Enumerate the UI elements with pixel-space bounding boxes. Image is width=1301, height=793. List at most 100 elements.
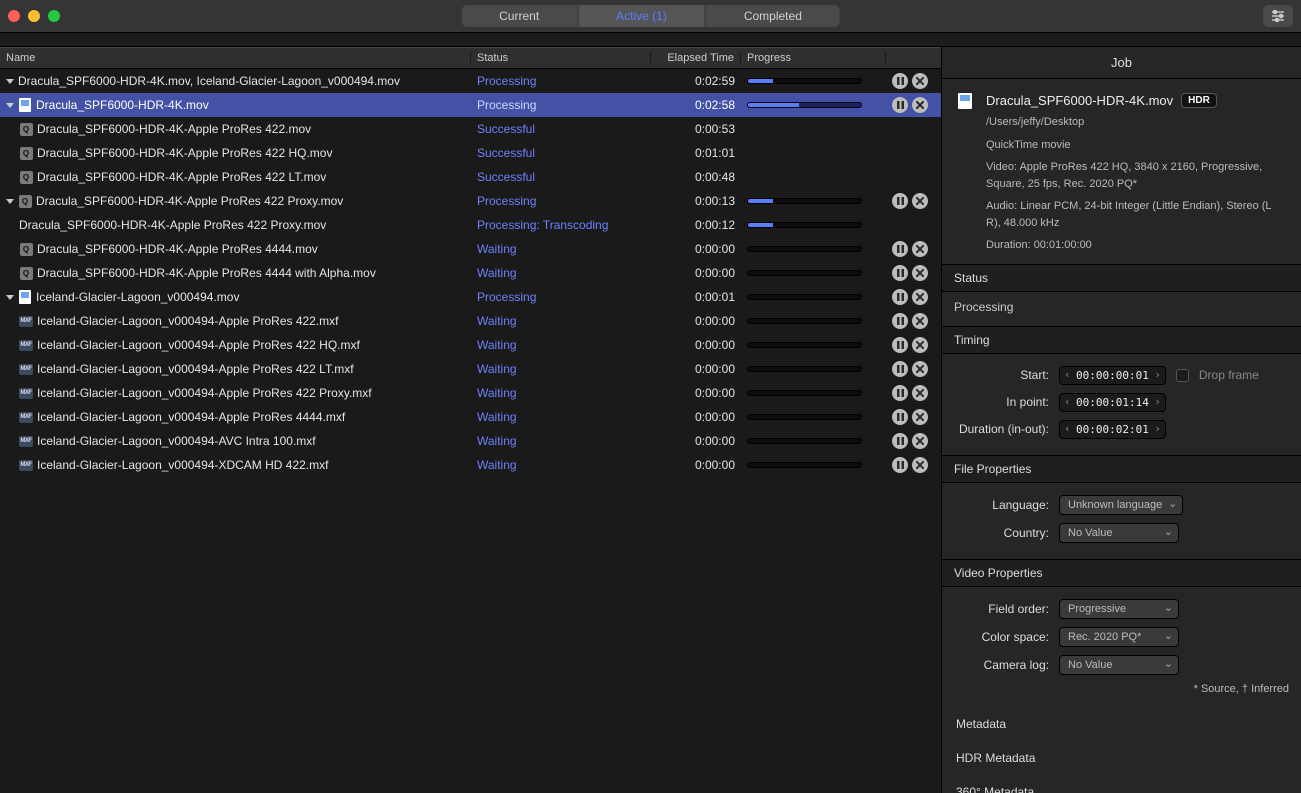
job-row[interactable]: MXFIceland-Glacier-Lagoon_v000494-XDCAM … [0, 453, 941, 477]
cancel-button[interactable] [912, 385, 928, 401]
tab-completed[interactable]: Completed [706, 5, 840, 27]
pause-button[interactable] [892, 265, 908, 281]
q-file-icon: Q [19, 146, 33, 160]
row-status: Waiting [471, 386, 651, 400]
file-video-desc: Video: Apple ProRes 422 HQ, 3840 x 2160,… [986, 159, 1285, 192]
job-row[interactable]: QDracula_SPF6000-HDR-4K-Apple ProRes 422… [0, 189, 941, 213]
row-status: Processing [471, 290, 651, 304]
job-row[interactable]: QDracula_SPF6000-HDR-4K-Apple ProRes 444… [0, 237, 941, 261]
cancel-icon [916, 269, 924, 277]
progress-bar [747, 342, 862, 348]
pause-button[interactable] [892, 433, 908, 449]
cancel-button[interactable] [912, 409, 928, 425]
pause-button[interactable] [892, 241, 908, 257]
cancel-icon [916, 365, 924, 373]
column-status[interactable]: Status [471, 52, 651, 64]
job-row[interactable]: Dracula_SPF6000-HDR-4K.mov, Iceland-Glac… [0, 69, 941, 93]
column-name[interactable]: Name [0, 52, 471, 64]
job-row[interactable]: MXFIceland-Glacier-Lagoon_v000494-Apple … [0, 381, 941, 405]
cancel-button[interactable] [912, 361, 928, 377]
inspector-toggle-button[interactable] [1263, 5, 1293, 27]
inpoint-stepper[interactable]: 00:00:01:14 [1059, 393, 1166, 412]
job-row[interactable]: QDracula_SPF6000-HDR-4K-Apple ProRes 422… [0, 141, 941, 165]
drop-frame-checkbox[interactable] [1176, 369, 1189, 382]
fieldorder-select[interactable]: Progressive [1059, 599, 1179, 619]
column-elapsed[interactable]: Elapsed Time [651, 52, 741, 64]
colorspace-select[interactable]: Rec. 2020 PQ* [1059, 627, 1179, 647]
disclosure-triangle-icon[interactable] [6, 103, 14, 108]
pause-button[interactable] [892, 337, 908, 353]
inspector-title: Job [942, 47, 1301, 79]
job-row[interactable]: Dracula_SPF6000-HDR-4K-Apple ProRes 422 … [0, 213, 941, 237]
cancel-button[interactable] [912, 313, 928, 329]
job-row[interactable]: MXFIceland-Glacier-Lagoon_v000494-Apple … [0, 357, 941, 381]
job-row[interactable]: Iceland-Glacier-Lagoon_v000494.movProces… [0, 285, 941, 309]
cancel-button[interactable] [912, 433, 928, 449]
language-select[interactable]: Unknown language [1059, 495, 1183, 515]
row-elapsed: 0:02:59 [651, 74, 741, 88]
pause-button[interactable] [892, 385, 908, 401]
pause-button[interactable] [892, 193, 908, 209]
cancel-button[interactable] [912, 97, 928, 113]
file-icon [958, 93, 976, 111]
job-row[interactable]: QDracula_SPF6000-HDR-4K-Apple ProRes 422… [0, 165, 941, 189]
job-row[interactable]: QDracula_SPF6000-HDR-4K-Apple ProRes 444… [0, 261, 941, 285]
threesixty-metadata-section-header[interactable]: 360° Metadata [942, 775, 1301, 793]
inspector-panel: Job Dracula_SPF6000-HDR-4K.mov HDR /User… [941, 47, 1301, 793]
cameralog-select[interactable]: No Value [1059, 655, 1179, 675]
title-bar: Current Active (1) Completed [0, 0, 1301, 33]
pause-button[interactable] [892, 361, 908, 377]
pause-button[interactable] [892, 313, 908, 329]
hdr-metadata-section-header[interactable]: HDR Metadata [942, 741, 1301, 775]
row-elapsed: 0:00:01 [651, 290, 741, 304]
cancel-button[interactable] [912, 265, 928, 281]
pause-icon [897, 269, 904, 277]
job-row[interactable]: MXFIceland-Glacier-Lagoon_v000494-AVC In… [0, 429, 941, 453]
cancel-icon [916, 413, 924, 421]
column-headers: Name Status Elapsed Time Progress [0, 47, 941, 69]
row-status: Processing [471, 194, 651, 208]
start-stepper[interactable]: 00:00:00:01 [1059, 366, 1166, 385]
disclosure-triangle-icon[interactable] [6, 295, 14, 300]
row-name: Iceland-Glacier-Lagoon_v000494-AVC Intra… [37, 434, 316, 448]
cancel-button[interactable] [912, 73, 928, 89]
pause-button[interactable] [892, 409, 908, 425]
pause-button[interactable] [892, 97, 908, 113]
metadata-section-header[interactable]: Metadata [942, 707, 1301, 741]
tab-current[interactable]: Current [461, 5, 578, 27]
row-status: Waiting [471, 242, 651, 256]
job-row[interactable]: MXFIceland-Glacier-Lagoon_v000494-Apple … [0, 333, 941, 357]
job-row[interactable]: QDracula_SPF6000-HDR-4K-Apple ProRes 422… [0, 117, 941, 141]
duration-stepper[interactable]: 00:00:02:01 [1059, 420, 1166, 439]
cancel-button[interactable] [912, 193, 928, 209]
row-elapsed: 0:00:12 [651, 218, 741, 232]
job-row[interactable]: MXFIceland-Glacier-Lagoon_v000494-Apple … [0, 405, 941, 429]
progress-bar [747, 366, 862, 372]
row-status: Processing: Transcoding [471, 218, 651, 232]
minimize-window-button[interactable] [28, 10, 40, 22]
row-elapsed: 0:00:53 [651, 122, 741, 136]
row-status: Waiting [471, 410, 651, 424]
cancel-button[interactable] [912, 337, 928, 353]
row-name: Dracula_SPF6000-HDR-4K.mov, Iceland-Glac… [18, 74, 400, 88]
cancel-button[interactable] [912, 289, 928, 305]
pause-button[interactable] [892, 73, 908, 89]
disclosure-triangle-icon[interactable] [6, 199, 14, 204]
cancel-button[interactable] [912, 241, 928, 257]
column-progress[interactable]: Progress [741, 52, 886, 64]
job-row[interactable]: Dracula_SPF6000-HDR-4K.movProcessing0:02… [0, 93, 941, 117]
tab-active[interactable]: Active (1) [578, 5, 706, 27]
close-window-button[interactable] [8, 10, 20, 22]
cancel-button[interactable] [912, 457, 928, 473]
row-elapsed: 0:00:48 [651, 170, 741, 184]
row-status: Waiting [471, 362, 651, 376]
row-status: Waiting [471, 458, 651, 472]
pause-button[interactable] [892, 289, 908, 305]
disclosure-triangle-icon[interactable] [6, 79, 14, 84]
row-name: Dracula_SPF6000-HDR-4K-Apple ProRes 422.… [37, 122, 311, 136]
zoom-window-button[interactable] [48, 10, 60, 22]
mxf-file-icon: MXF [19, 410, 33, 424]
country-select[interactable]: No Value [1059, 523, 1179, 543]
pause-button[interactable] [892, 457, 908, 473]
job-row[interactable]: MXFIceland-Glacier-Lagoon_v000494-Apple … [0, 309, 941, 333]
